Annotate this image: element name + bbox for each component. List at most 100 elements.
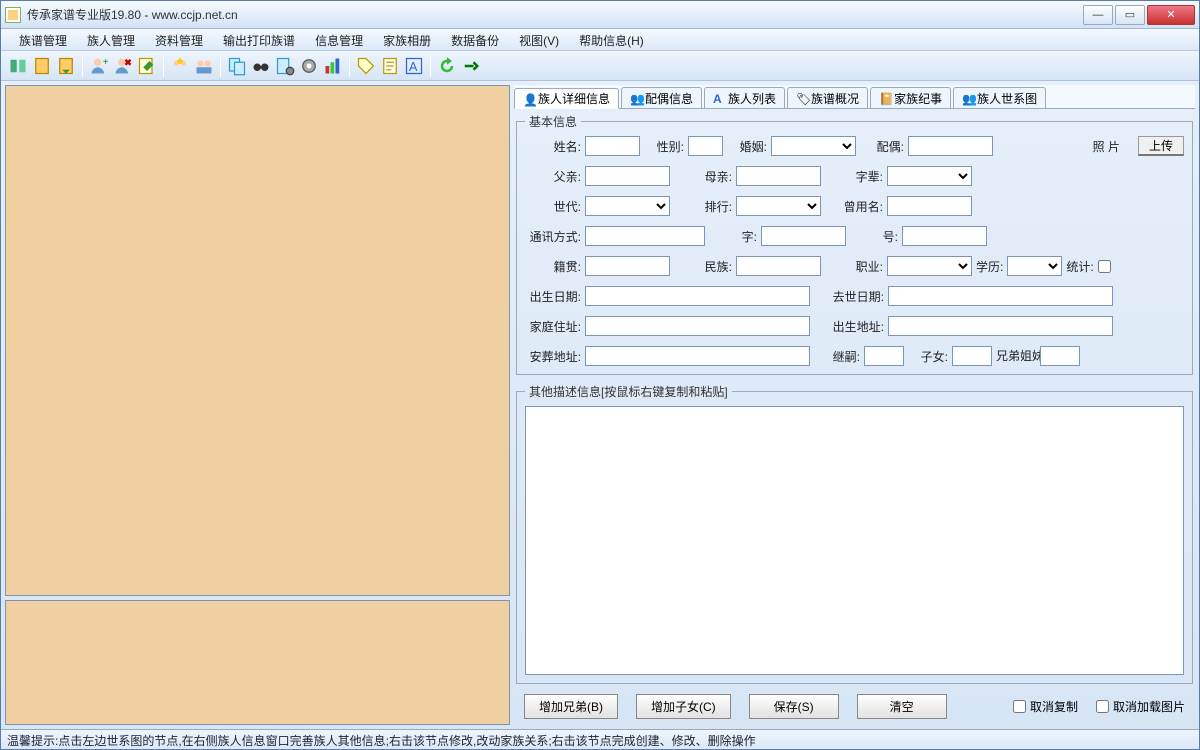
user-edit-icon[interactable] xyxy=(136,55,158,77)
clear-button[interactable]: 清空 xyxy=(857,694,947,719)
cancel-load-img-checkbox[interactable] xyxy=(1096,700,1109,713)
input-native[interactable] xyxy=(585,256,670,276)
menu-material[interactable]: 资料管理 xyxy=(145,29,213,50)
user-delete-icon[interactable] xyxy=(112,55,134,77)
input-contact[interactable] xyxy=(585,226,705,246)
tree-icon: 👥 xyxy=(962,92,974,104)
main-area: 👤族人详细信息 👥配偶信息 A族人列表 🏷族谱概况 📔家族纪事 👥族人世系图 基… xyxy=(1,81,1199,729)
lbl-hao: 号: xyxy=(850,228,898,245)
tag-icon[interactable] xyxy=(355,55,377,77)
chart-bar-icon[interactable] xyxy=(322,55,344,77)
input-former-name[interactable] xyxy=(887,196,972,216)
input-birth-addr[interactable] xyxy=(888,316,1113,336)
tab-label: 族人世系图 xyxy=(977,90,1037,107)
menu-print[interactable]: 输出打印族谱 xyxy=(213,29,305,50)
refresh-green-icon[interactable] xyxy=(436,55,458,77)
minimize-button[interactable]: — xyxy=(1083,5,1113,25)
cancel-load-img-label[interactable]: 取消加载图片 xyxy=(1096,698,1185,715)
lbl-photo: 照 片 xyxy=(1093,138,1120,155)
menu-person[interactable]: 族人管理 xyxy=(77,29,145,50)
select-occupation[interactable] xyxy=(887,256,972,276)
menu-pedigree[interactable]: 族谱管理 xyxy=(9,29,77,50)
menu-info[interactable]: 信息管理 xyxy=(305,29,373,50)
tab-overview[interactable]: 🏷族谱概况 xyxy=(787,87,868,108)
cancel-copy-checkbox[interactable] xyxy=(1013,700,1026,713)
lbl-marriage: 婚姻: xyxy=(727,138,767,155)
select-rank[interactable] xyxy=(736,196,821,216)
select-education[interactable] xyxy=(1007,256,1062,276)
input-death[interactable] xyxy=(888,286,1113,306)
lbl-rank: 排行: xyxy=(674,198,732,215)
input-name[interactable] xyxy=(585,136,640,156)
add-sibling-button[interactable]: 增加兄弟(B) xyxy=(524,694,618,719)
left-pane xyxy=(5,85,510,725)
input-mother[interactable] xyxy=(736,166,821,186)
text-icon[interactable]: A xyxy=(403,55,425,77)
lbl-ethnic: 民族: xyxy=(674,258,732,275)
lbl-home-addr: 家庭住址: xyxy=(525,318,581,335)
input-birth[interactable] xyxy=(585,286,810,306)
input-spouse[interactable] xyxy=(908,136,993,156)
menu-help[interactable]: 帮助信息(H) xyxy=(569,29,654,50)
note-icon[interactable] xyxy=(379,55,401,77)
lbl-zi: 字: xyxy=(709,228,757,245)
select-generation[interactable] xyxy=(585,196,670,216)
group-star-icon[interactable] xyxy=(169,55,191,77)
status-bar: 温馨提示:点击左边世系图的节点,在右侧族人信息窗口完善族人其他信息;右击该节点修… xyxy=(1,729,1199,749)
family-tree-panel[interactable] xyxy=(5,85,510,596)
select-marriage[interactable] xyxy=(771,136,856,156)
input-home-addr[interactable] xyxy=(585,316,810,336)
tab-label: 族人详细信息 xyxy=(538,90,610,107)
right-pane: 👤族人详细信息 👥配偶信息 A族人列表 🏷族谱概况 📔家族纪事 👥族人世系图 基… xyxy=(514,85,1195,725)
input-hao[interactable] xyxy=(902,226,987,246)
select-zibei[interactable] xyxy=(887,166,972,186)
other-desc-legend: 其他描述信息[按鼠标右键复制和粘贴] xyxy=(525,383,732,400)
input-gender[interactable] xyxy=(688,136,723,156)
page-gear-icon[interactable] xyxy=(274,55,296,77)
input-burial[interactable] xyxy=(585,346,810,366)
tab-person-detail[interactable]: 👤族人详细信息 xyxy=(514,88,619,109)
lbl-jisi: 继嗣: xyxy=(814,348,860,365)
other-desc-textarea[interactable] xyxy=(525,406,1184,675)
tab-lineage[interactable]: 👥族人世系图 xyxy=(953,87,1046,108)
window-title: 传承家谱专业版19.80 - www.ccjp.net.cn xyxy=(27,6,1083,23)
lbl-spouse: 配偶: xyxy=(860,138,904,155)
user-add-icon[interactable]: + xyxy=(88,55,110,77)
gear-icon[interactable] xyxy=(298,55,320,77)
tab-chronicle[interactable]: 📔家族纪事 xyxy=(870,87,951,108)
tab-spouse[interactable]: 👥配偶信息 xyxy=(621,87,702,108)
input-siblings[interactable] xyxy=(1040,346,1080,366)
couple-icon: 👥 xyxy=(630,92,642,104)
tab-person-list[interactable]: A族人列表 xyxy=(704,87,785,108)
input-father[interactable] xyxy=(585,166,670,186)
cancel-copy-label[interactable]: 取消复制 xyxy=(1013,698,1078,715)
close-button[interactable]: ✕ xyxy=(1147,5,1195,25)
add-child-button[interactable]: 增加子女(C) xyxy=(636,694,731,719)
arrow-right-icon[interactable] xyxy=(460,55,482,77)
menu-backup[interactable]: 数据备份 xyxy=(441,29,509,50)
maximize-button[interactable]: ▭ xyxy=(1115,5,1145,25)
left-bottom-panel[interactable] xyxy=(5,600,510,725)
upload-button[interactable]: 上传 xyxy=(1138,136,1184,156)
book-open-icon[interactable] xyxy=(7,55,29,77)
group-icon[interactable] xyxy=(193,55,215,77)
menu-view[interactable]: 视图(V) xyxy=(509,29,569,50)
binoculars-icon[interactable] xyxy=(250,55,272,77)
book-arrow-icon[interactable] xyxy=(55,55,77,77)
lbl-siblings: 兄弟姐妹: xyxy=(996,350,1036,362)
save-button[interactable]: 保存(S) xyxy=(749,694,839,719)
checkbox-stat[interactable] xyxy=(1098,260,1111,273)
tab-label: 配偶信息 xyxy=(645,90,693,107)
copy-icon[interactable] xyxy=(226,55,248,77)
input-jisi[interactable] xyxy=(864,346,904,366)
book-yellow-icon[interactable] xyxy=(31,55,53,77)
lbl-former-name: 曾用名: xyxy=(825,198,883,215)
lbl-zibei: 字辈: xyxy=(825,168,883,185)
lbl-birth-addr: 出生地址: xyxy=(814,318,884,335)
main-window: 传承家谱专业版19.80 - www.ccjp.net.cn — ▭ ✕ 族谱管… xyxy=(0,0,1200,750)
input-children[interactable] xyxy=(952,346,992,366)
input-ethnic[interactable] xyxy=(736,256,821,276)
action-row: 增加兄弟(B) 增加子女(C) 保存(S) 清空 取消复制 取消加载图片 xyxy=(514,688,1195,725)
menu-album[interactable]: 家族相册 xyxy=(373,29,441,50)
input-zi[interactable] xyxy=(761,226,846,246)
